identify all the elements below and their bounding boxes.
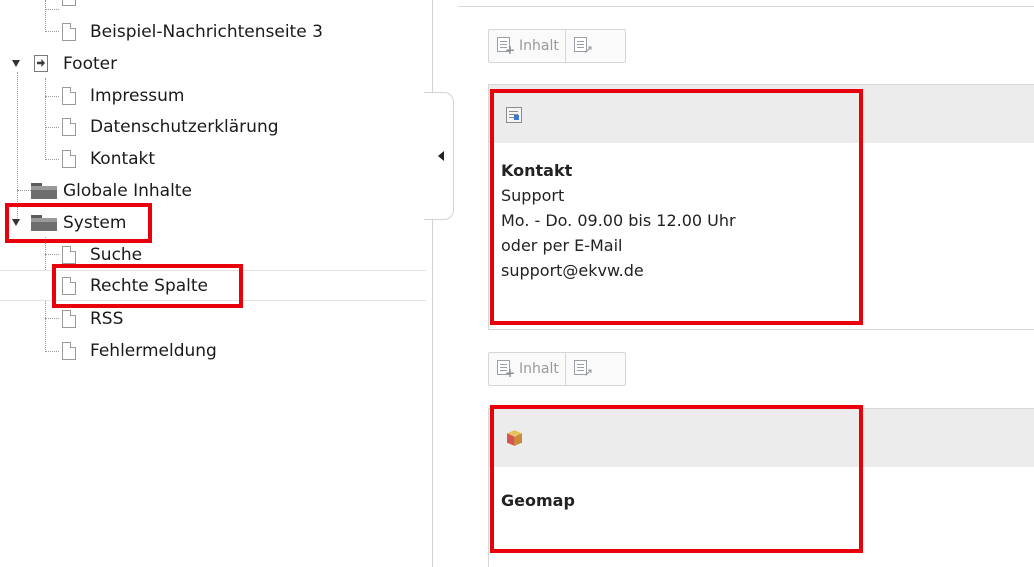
paste-button[interactable]: ↗ xyxy=(566,30,600,62)
tree-item-impressum[interactable]: Impressum xyxy=(0,81,432,111)
folder-icon xyxy=(31,215,57,231)
page-icon xyxy=(62,23,76,41)
page-icon xyxy=(62,246,76,264)
tree-item-label: Beispiel-Nachrichtenseite 3 xyxy=(90,22,323,42)
tree-item-beispiel-nachrichtenseite-3[interactable]: Beispiel-Nachrichtenseite 3 xyxy=(0,17,432,47)
tree-item-label: Rechte Spalte xyxy=(90,276,209,296)
new-content-button[interactable]: + Inhalt xyxy=(489,353,566,385)
content-toolbar: + Inhalt ↗ xyxy=(488,352,626,386)
tree-item-fehlermeldung[interactable]: Fehlermeldung xyxy=(0,336,432,366)
content-line: support@ekvw.de xyxy=(501,261,644,280)
collapse-tree-button[interactable] xyxy=(424,92,454,220)
tree-item-label: Impressum xyxy=(90,86,185,106)
text-media-icon xyxy=(506,107,522,123)
chevron-left-icon xyxy=(438,151,444,161)
tree-connector xyxy=(45,9,59,10)
page-icon xyxy=(62,87,76,105)
tree-item-label: System xyxy=(63,213,127,233)
tree-item-suche[interactable]: Suche xyxy=(0,240,432,270)
content-element[interactable]: Kontakt Support Mo. - Do. 09.00 bis 12.0… xyxy=(488,84,1034,330)
paste-icon: ↗ xyxy=(573,360,593,378)
panel-splitter[interactable] xyxy=(432,0,433,567)
paste-icon: ↗ xyxy=(573,37,593,55)
tree-item-label: Suche xyxy=(90,245,143,265)
tree-item-label: Footer xyxy=(63,54,118,74)
tree-item-kontakt[interactable]: Kontakt xyxy=(0,144,432,174)
tree-item-rss[interactable]: RSS xyxy=(0,304,432,334)
content-element-title: Kontakt xyxy=(501,161,573,180)
content-element-title: Geomap xyxy=(501,491,575,510)
tree-item-footer[interactable]: Footer xyxy=(0,49,432,79)
content-element-header xyxy=(489,85,1034,143)
new-content-label: Inhalt xyxy=(519,38,559,54)
plugin-cube-icon xyxy=(506,430,523,447)
page-tree: Beispiel-Nachrichtenseite 3 Footer Impre… xyxy=(0,0,432,567)
tree-item-label: Datenschutzerklärung xyxy=(90,117,279,137)
shortcut-page-icon xyxy=(34,55,48,72)
page-icon xyxy=(62,150,76,168)
content-element-header xyxy=(489,409,1034,467)
new-content-icon: + xyxy=(497,360,515,379)
tree-item-datenschutzerklaerung[interactable]: Datenschutzerklärung xyxy=(0,112,432,142)
tree-item-label: Fehlermeldung xyxy=(90,341,217,361)
content-line: Support xyxy=(501,186,565,205)
new-content-icon: + xyxy=(497,37,515,56)
tree-item-rechte-spalte[interactable]: Rechte Spalte xyxy=(0,270,432,301)
page-icon xyxy=(62,342,76,360)
new-content-button[interactable]: + Inhalt xyxy=(489,30,566,62)
new-content-label: Inhalt xyxy=(519,361,559,377)
tree-item-label: Globale Inhalte xyxy=(63,181,192,201)
page-icon xyxy=(62,310,76,328)
tree-item-label: RSS xyxy=(90,309,124,329)
paste-button[interactable]: ↗ xyxy=(566,353,600,385)
content-line: Mo. - Do. 09.00 bis 12.00 Uhr xyxy=(501,211,736,230)
tree-item-system[interactable]: System xyxy=(0,208,432,238)
content-line: oder per E-Mail xyxy=(501,236,623,255)
folder-icon xyxy=(31,183,57,199)
content-element-body: Geomap xyxy=(501,488,575,513)
content-toolbar: + Inhalt ↗ xyxy=(488,29,626,63)
column-divider xyxy=(458,6,1034,7)
tree-item-globale-inhalte[interactable]: Globale Inhalte xyxy=(0,176,432,206)
expand-toggle-icon[interactable] xyxy=(12,219,20,226)
content-element[interactable]: Geomap xyxy=(488,408,1034,567)
tree-item-label: Kontakt xyxy=(90,149,156,169)
expand-toggle-icon[interactable] xyxy=(12,60,20,67)
page-icon xyxy=(62,118,76,136)
page-icon xyxy=(62,277,76,295)
page-icon xyxy=(62,0,76,6)
content-element-body: Kontakt Support Mo. - Do. 09.00 bis 12.0… xyxy=(501,158,736,283)
